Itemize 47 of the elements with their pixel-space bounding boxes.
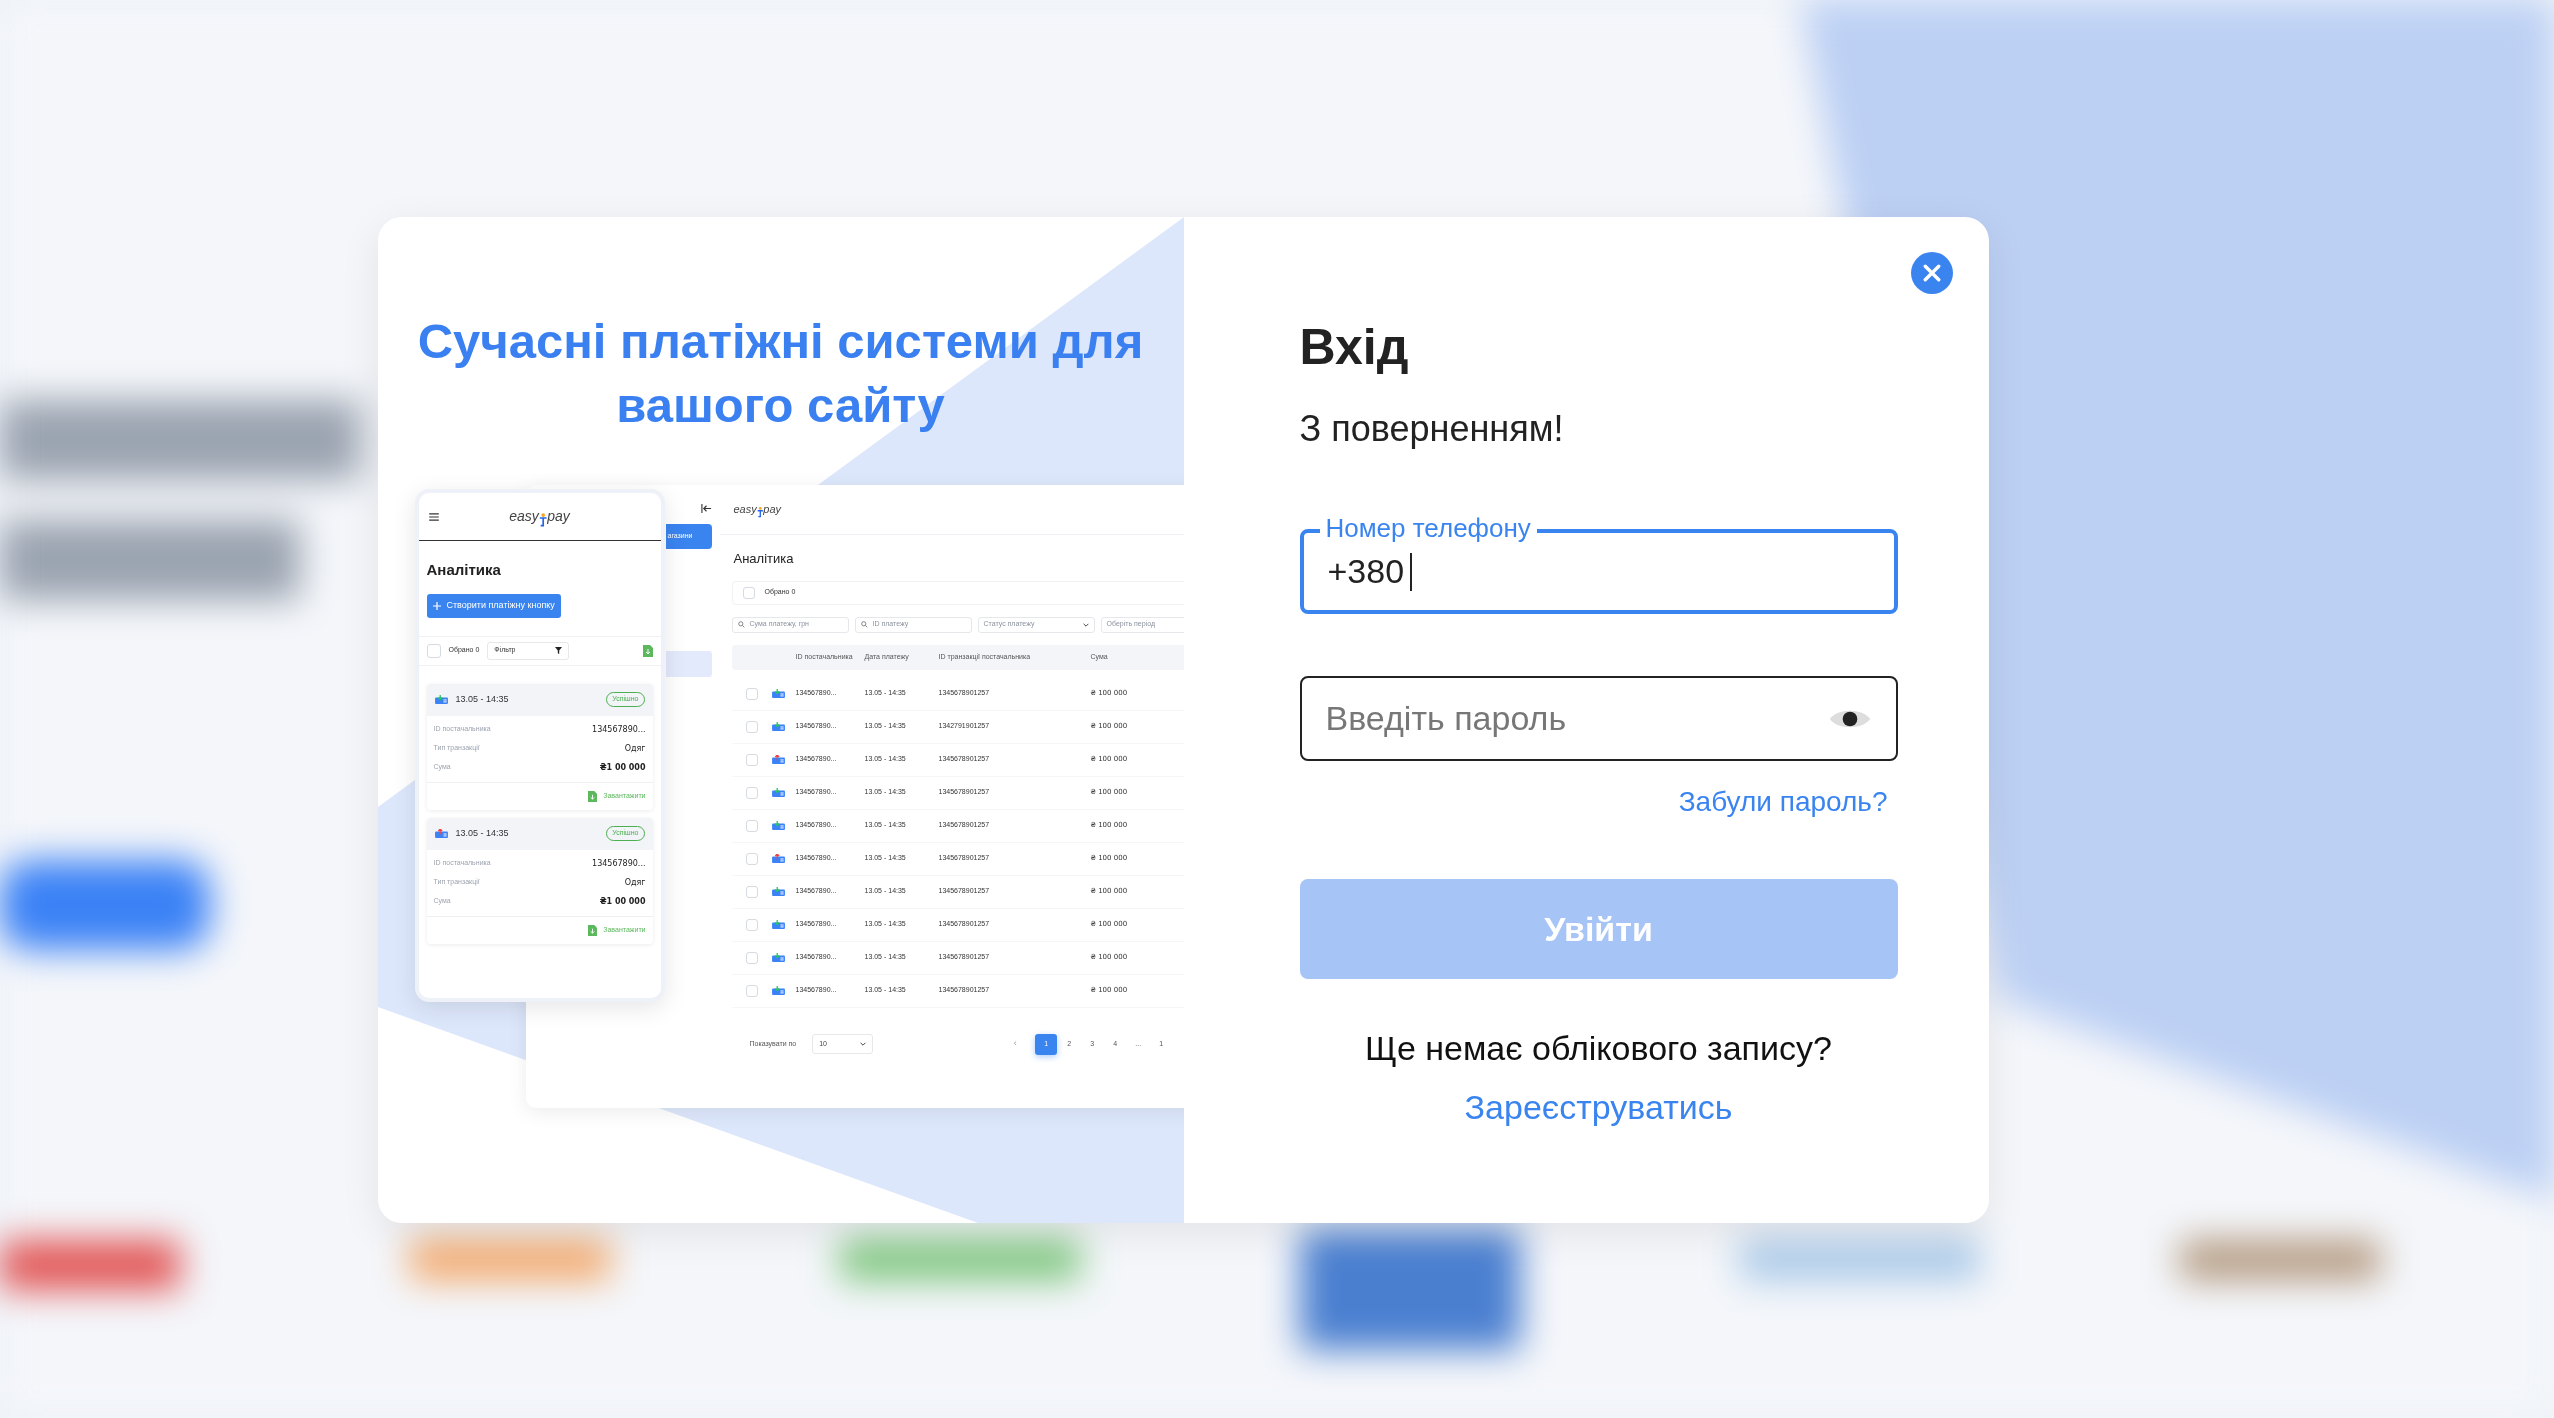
checkbox[interactable] [745, 885, 758, 898]
field-value: 134567890... [592, 857, 646, 870]
easypay-logo: easy pay [733, 502, 782, 518]
transaction-date: 13.05 - 14:35 [455, 692, 510, 706]
checkbox[interactable] [745, 819, 758, 832]
search-icon [860, 621, 868, 628]
checkbox[interactable] [745, 753, 758, 766]
close-icon [1922, 264, 1941, 282]
password-field[interactable]: Введіть пароль [1299, 676, 1898, 761]
funnel-icon [555, 647, 563, 654]
field-value: Одяг [624, 876, 646, 889]
checkbox[interactable] [426, 643, 441, 658]
checkbox[interactable] [745, 951, 758, 964]
field-value: ₴1 00 000 [599, 895, 646, 908]
field-value: Одяг [624, 742, 646, 755]
login-title: Вхід [1299, 318, 1410, 377]
sidebar-item-highlight[interactable] [665, 651, 712, 677]
easypay-logo: easy pay [509, 506, 570, 527]
promo-title: Сучасні платіжні системи для вашого сайту [416, 313, 1145, 434]
forgot-password-link[interactable]: Забули пароль? [1678, 781, 1888, 823]
checkbox[interactable] [745, 687, 758, 700]
login-subtitle: З поверненням! [1299, 407, 1565, 451]
register-link[interactable]: Зареєструватись [1464, 1082, 1733, 1133]
chevron-down-icon [860, 1042, 867, 1046]
field-value: ₴1 00 000 [599, 761, 646, 774]
checkbox[interactable] [745, 720, 758, 733]
no-account-text: Ще немає облікового запису? [1364, 1028, 1833, 1069]
checkbox[interactable] [745, 852, 758, 865]
page-heading: Аналітика [425, 560, 502, 580]
plus-icon [432, 601, 441, 610]
page-heading: Аналітика [732, 550, 795, 568]
checkbox[interactable] [745, 786, 758, 799]
create-payment-button[interactable]: Створити платіжну кнопку [426, 593, 561, 618]
checkbox[interactable] [742, 586, 755, 599]
field-value: 134567890... [592, 723, 646, 736]
file-download-icon [588, 924, 598, 936]
close-button[interactable] [1910, 252, 1953, 294]
chevron-down-icon [1082, 622, 1089, 627]
menu-icon[interactable] [428, 512, 439, 521]
collapse-icon[interactable] [700, 503, 712, 514]
checkbox[interactable] [745, 918, 758, 931]
checkbox[interactable] [745, 984, 758, 997]
search-icon [737, 621, 745, 628]
text-cursor [1410, 552, 1413, 591]
file-download-icon[interactable] [642, 644, 653, 657]
file-download-icon [588, 790, 598, 802]
transaction-date: 13.05 - 14:35 [455, 826, 510, 840]
